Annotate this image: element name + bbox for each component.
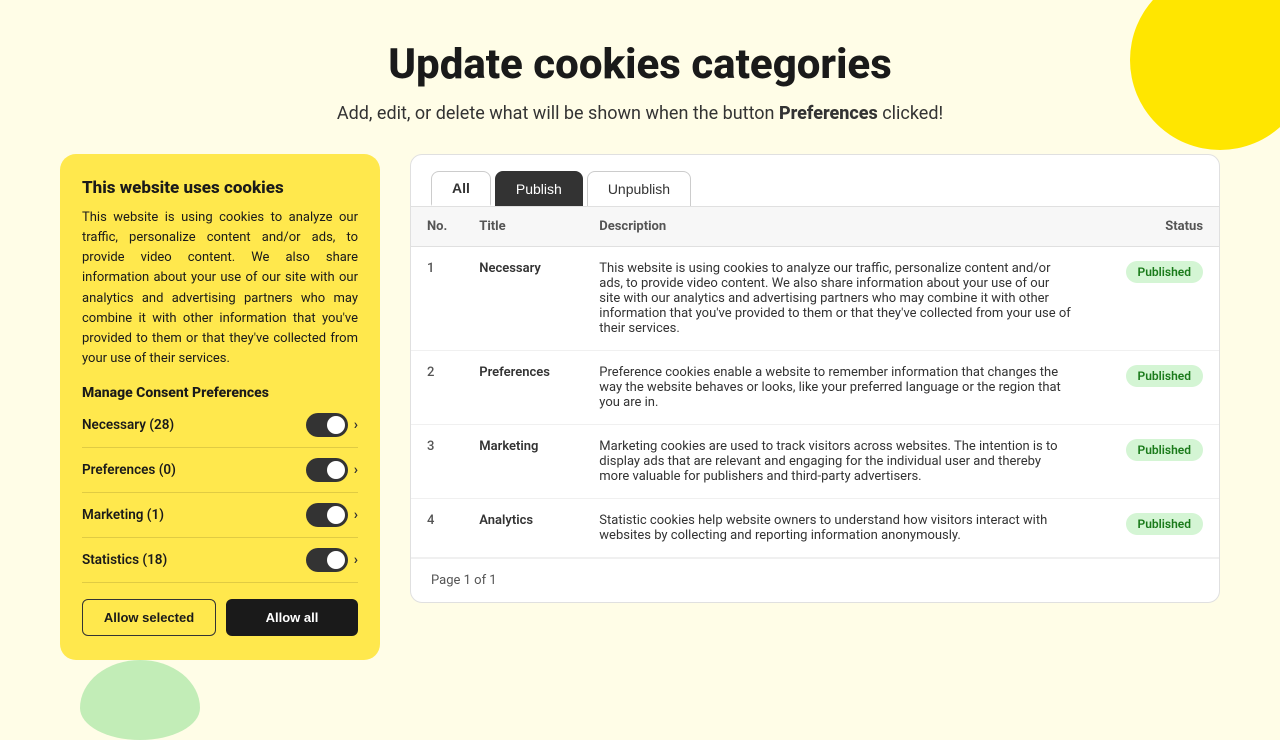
cell-title-2: Preferences <box>463 351 583 425</box>
manage-consent-title: Manage Consent Preferences <box>82 385 358 401</box>
table-row: 1 Necessary This website is using cookie… <box>411 247 1219 351</box>
tab-unpublish[interactable]: Unpublish <box>587 171 691 206</box>
cookie-card-title: This website uses cookies <box>82 178 358 198</box>
table-row: 4 Analytics Statistic cookies help websi… <box>411 499 1219 558</box>
tab-publish[interactable]: Publish <box>495 171 583 206</box>
pref-controls-statistics: › <box>306 548 358 572</box>
pref-row-necessary: Necessary (28) › <box>82 413 358 448</box>
table-tabs: All Publish Unpublish <box>411 155 1219 207</box>
col-header-title: Title <box>463 207 583 247</box>
table-container: No. Title Description Status 1 Necessary… <box>411 207 1219 558</box>
table-row: 2 Preferences Preference cookies enable … <box>411 351 1219 425</box>
status-badge-3: Published <box>1126 439 1203 461</box>
table-footer: Page 1 of 1 <box>411 558 1219 602</box>
cell-title-1: Necessary <box>463 247 583 351</box>
pref-label-marketing: Marketing (1) <box>82 507 164 523</box>
cookies-table: No. Title Description Status 1 Necessary… <box>411 207 1219 558</box>
pref-controls-marketing: › <box>306 503 358 527</box>
table-panel: All Publish Unpublish No. Title Descript… <box>410 154 1220 603</box>
cell-description-4: Statistic cookies help website owners to… <box>583 499 1089 558</box>
subtitle-bold: Preferences <box>779 103 878 124</box>
cell-no-1: 1 <box>411 247 463 351</box>
subtitle-start: Add, edit, or delete what will be shown … <box>337 103 779 124</box>
cell-description-2: Preference cookies enable a website to r… <box>583 351 1089 425</box>
toggle-marketing[interactable] <box>306 503 348 527</box>
pref-row-marketing: Marketing (1) › <box>82 503 358 538</box>
table-row: 3 Marketing Marketing cookies are used t… <box>411 425 1219 499</box>
cookie-consent-card: This website uses cookies This website i… <box>60 154 380 660</box>
tab-all[interactable]: All <box>431 171 491 206</box>
col-header-description: Description <box>583 207 1089 247</box>
cell-status-4: Published <box>1089 499 1219 558</box>
cell-status-1: Published <box>1089 247 1219 351</box>
toggle-preferences[interactable] <box>306 458 348 482</box>
chevron-right-preferences[interactable]: › <box>354 462 358 478</box>
cookie-buttons: Allow selected Allow all <box>82 599 358 636</box>
status-badge-1: Published <box>1126 261 1203 283</box>
cell-status-3: Published <box>1089 425 1219 499</box>
page-header: Update cookies categories Add, edit, or … <box>60 40 1220 124</box>
pagination-info: Page 1 of 1 <box>431 573 497 588</box>
cell-title-4: Analytics <box>463 499 583 558</box>
subtitle-end: clicked! <box>878 103 943 124</box>
cell-description-3: Marketing cookies are used to track visi… <box>583 425 1089 499</box>
allow-selected-button[interactable]: Allow selected <box>82 599 216 636</box>
cell-description-1: This website is using cookies to analyze… <box>583 247 1089 351</box>
cell-title-3: Marketing <box>463 425 583 499</box>
cell-status-2: Published <box>1089 351 1219 425</box>
cell-no-3: 3 <box>411 425 463 499</box>
table-header-row: No. Title Description Status <box>411 207 1219 247</box>
page-title: Update cookies categories <box>60 40 1220 89</box>
pref-label-statistics: Statistics (18) <box>82 552 167 568</box>
pref-row-statistics: Statistics (18) › <box>82 548 358 583</box>
chevron-right-marketing[interactable]: › <box>354 507 358 523</box>
chevron-right-necessary[interactable]: › <box>354 417 358 433</box>
toggle-necessary[interactable] <box>306 413 348 437</box>
pref-controls-preferences: › <box>306 458 358 482</box>
status-badge-4: Published <box>1126 513 1203 535</box>
page-subtitle: Add, edit, or delete what will be shown … <box>60 103 1220 124</box>
table-body: 1 Necessary This website is using cookie… <box>411 247 1219 558</box>
chevron-right-statistics[interactable]: › <box>354 552 358 568</box>
cell-no-2: 2 <box>411 351 463 425</box>
pref-row-preferences: Preferences (0) › <box>82 458 358 493</box>
pref-controls-necessary: › <box>306 413 358 437</box>
col-header-status: Status <box>1089 207 1219 247</box>
allow-all-button[interactable]: Allow all <box>226 599 358 636</box>
pref-label-necessary: Necessary (28) <box>82 417 174 433</box>
main-content: This website uses cookies This website i… <box>60 154 1220 660</box>
pref-label-preferences: Preferences (0) <box>82 462 176 478</box>
status-badge-2: Published <box>1126 365 1203 387</box>
toggle-statistics[interactable] <box>306 548 348 572</box>
cell-no-4: 4 <box>411 499 463 558</box>
cookie-card-description: This website is using cookies to analyze… <box>82 208 358 369</box>
col-header-no: No. <box>411 207 463 247</box>
